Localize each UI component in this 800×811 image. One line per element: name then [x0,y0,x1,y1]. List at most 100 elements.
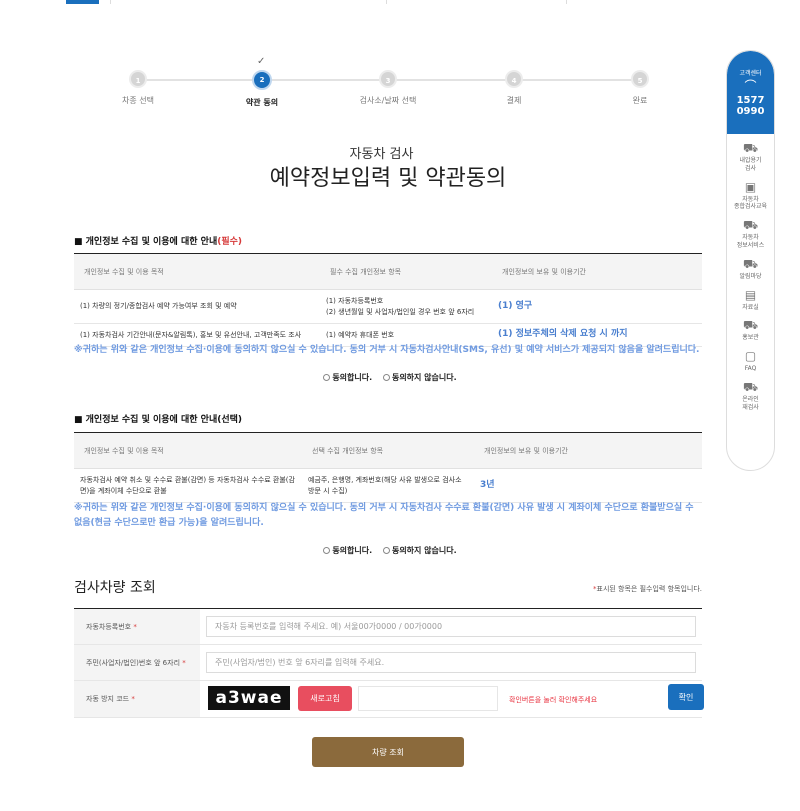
agree-option[interactable]: 동의합니다. [323,545,372,556]
step-3: 3 검사소/날짜 선택 [343,70,433,106]
lookup-title: 검사차량 조회 [74,580,156,596]
item-line: (2) 생년월일 및 사업자/법인일 경우 번호 앞 6자리 [326,307,475,316]
radio-circle-icon[interactable] [382,374,390,381]
id-number-input[interactable] [206,652,696,673]
phone-number: 1577 [736,95,765,106]
step-4: 4 결제 [469,70,559,106]
page-title: 예약정보입력 및 약관동의 [269,166,507,191]
item-line: (1) 자동차등록번호 [326,297,384,305]
required-field-note: *표시된 항목은 필수입력 항목입니다. [520,584,702,594]
radio-circle-icon[interactable] [323,374,331,381]
quick-menu-sidebar: 고객센터 ⌒ 1577 0990 ⛟ 내압용기 검사 ▣ 자동차 종합검사교육 ⛟ 자… [726,50,775,471]
table-header: 개인정보 수집 및 이용 목적 [74,432,302,469]
active-tab-indicator[interactable] [66,0,99,4]
items-cell: (1) 자동차등록번호 (2) 생년월일 및 사업자/법인일 경우 번호 앞 6… [320,289,492,324]
required-tag: (필수) [217,237,243,247]
step-1: 1 차종 선택 [93,70,183,106]
agree-label: 동의합니다. [332,546,373,555]
table-header: 개인정보의 보유 및 이용기간 [474,432,702,469]
progress-stepper: 1 차종 선택 ✓ 2 약관 동의 3 검사소/날짜 선택 4 결제 5 완료 [100,56,700,116]
sidebar-item-education[interactable]: ▣ 자동차 종합검사교육 [727,180,774,212]
required-policy-table: 개인정보 수집 및 이용 목적 필수 수집 개인정보 항목 개인정보의 보유 및… [74,253,702,347]
notice-icon: ⛟ [742,256,759,271]
sidebar-item-notice[interactable]: ⛟ 알림마당 [727,257,774,281]
captcha-input[interactable] [358,686,498,711]
step-number: 2 [252,70,272,90]
captcha-image: a3wae [208,686,290,710]
purpose-cell: (1) 차량의 정기/종합검사 예약 가능여부 조회 및 예약 [74,289,320,324]
top-tab-bar [0,0,800,5]
tab-divider [566,0,567,4]
field-label: 주민(사업자/법인)번호 앞 6자리 * [74,644,200,681]
table-header: 필수 수집 개인정보 항목 [320,253,492,290]
step-number: 4 [505,70,523,88]
items-cell: 예금주, 은행명, 계좌번호(해당 사유 발생으로 검사소 방문 시 수집) [302,468,474,503]
agree-label: 동의합니다. [332,373,373,382]
captcha-message: 확인버튼을 눌러 확인해주세요 [509,696,598,704]
step-label: 차종 선택 [122,96,154,105]
faq-icon: ▢ [744,349,757,364]
vehicle-lookup-form: 자동차등록번호 * 주민(사업자/법인)번호 앞 6자리 * 자동 방지 코드 … [74,608,704,718]
table-row: (1) 차량의 정기/종합검사 예약 가능여부 조회 및 예약 (1) 자동차등… [74,289,702,324]
radio-circle-icon[interactable] [323,547,331,554]
confirm-button[interactable]: 확인 [668,684,704,710]
optional-notice: ※귀하는 위와 같은 개인정보 수집·이용에 동의하지 않으실 수 있습니다. … [74,503,694,528]
optional-section-title: ■ 개인정보 수집 및 이용에 대한 안내(선택) [74,415,243,425]
table-row: 자동차검사 예약 취소 및 수수료 환불(감면) 등 자동차검사 수수료 환불(… [74,468,702,503]
sidebar-item-online-recheck[interactable]: ⛟ 온라인 재검사 [727,380,774,412]
education-icon: ▣ [744,179,757,194]
vehicle-lookup-button[interactable]: 차량 조회 [312,737,464,767]
table-header: 선택 수집 개인정보 항목 [302,432,474,469]
step-5: 5 완료 [595,70,685,106]
customer-center[interactable]: 고객센터 ⌒ 1577 0990 [727,51,774,134]
form-row: 자동 방지 코드 * a3wae 새로고침 확인버튼을 눌러 확인해주세요 확인 [74,680,704,718]
captcha-cell: a3wae 새로고침 확인버튼을 눌러 확인해주세요 확인 [200,680,704,718]
step-label: 검사소/날짜 선택 [359,96,417,105]
optional-policy-table: 개인정보 수집 및 이용 목적 선택 수집 개인정보 항목 개인정보의 보유 및… [74,432,702,503]
customer-center-label: 고객센터 [739,70,762,77]
step-number: 5 [631,70,649,88]
table-header: 개인정보의 보유 및 이용기간 [492,253,702,290]
sidebar-item-archive[interactable]: ▤ 자료실 [727,288,774,312]
truck-icon: ⛟ [742,141,759,155]
required-consent-radios: 동의합니다. 동의하지 않습니다. [0,372,780,383]
step-label: 완료 [632,96,648,105]
info-service-icon: ⛟ [742,218,759,233]
headset-icon: ⌒ [744,79,757,93]
tab-divider [386,0,387,4]
step-2: ✓ 2 약관 동의 [217,56,307,108]
required-notice: ※귀하는 위와 같은 개인정보 수집·이용에 동의하지 않으실 수 있습니다. … [74,345,700,355]
sidebar-item-faq[interactable]: ▢ FAQ [727,349,774,373]
field-cell [200,608,702,645]
archive-icon: ▤ [744,287,757,302]
radio-circle-icon[interactable] [382,547,390,554]
sidebar-item-promotion[interactable]: ⛟ 홍보관 [727,318,774,342]
phone-number: 0990 [736,106,765,117]
step-label: 결제 [506,96,522,105]
step-label: 약관 동의 [245,98,279,107]
table-header: 개인정보 수집 및 이용 목적 [74,253,320,290]
period-cell: 3년 [474,468,702,503]
field-label: 자동차등록번호 * [74,608,200,645]
agree-option[interactable]: 동의합니다. [323,372,372,383]
disagree-option[interactable]: 동의하지 않습니다. [382,372,457,383]
refresh-button[interactable]: 새로고침 [298,686,352,711]
purpose-cell: 자동차검사 예약 취소 및 수수료 환불(감면) 등 자동차검사 수수료 환불(… [74,468,302,503]
sidebar-item-info-service[interactable]: ⛟ 자동차 정보서비스 [727,218,774,250]
note-text: 표시된 항목은 필수입력 항목입니다. [596,585,703,593]
section-title-text: ■ 개인정보 수집 및 이용에 대한 안내 [74,237,218,247]
form-row: 주민(사업자/법인)번호 앞 6자리 * [74,644,702,681]
vehicle-number-input[interactable] [206,616,696,637]
disagree-option[interactable]: 동의하지 않습니다. [382,545,457,556]
check-icon: ✓ [257,56,266,67]
step-number: 3 [379,70,397,88]
field-label: 자동 방지 코드 * [74,680,200,718]
period-cell: (1) 영구 [492,289,702,324]
step-number: 1 [129,70,147,88]
sidebar-item-pressure-vessel[interactable]: ⛟ 내압용기 검사 [727,141,774,173]
optional-consent-radios: 동의합니다. 동의하지 않습니다. [0,545,780,556]
form-row: 자동차등록번호 * [74,608,702,645]
required-section-title: ■ 개인정보 수집 및 이용에 대한 안내(필수) [74,234,242,247]
disagree-label: 동의하지 않습니다. [391,373,457,382]
tab-divider [110,0,111,4]
